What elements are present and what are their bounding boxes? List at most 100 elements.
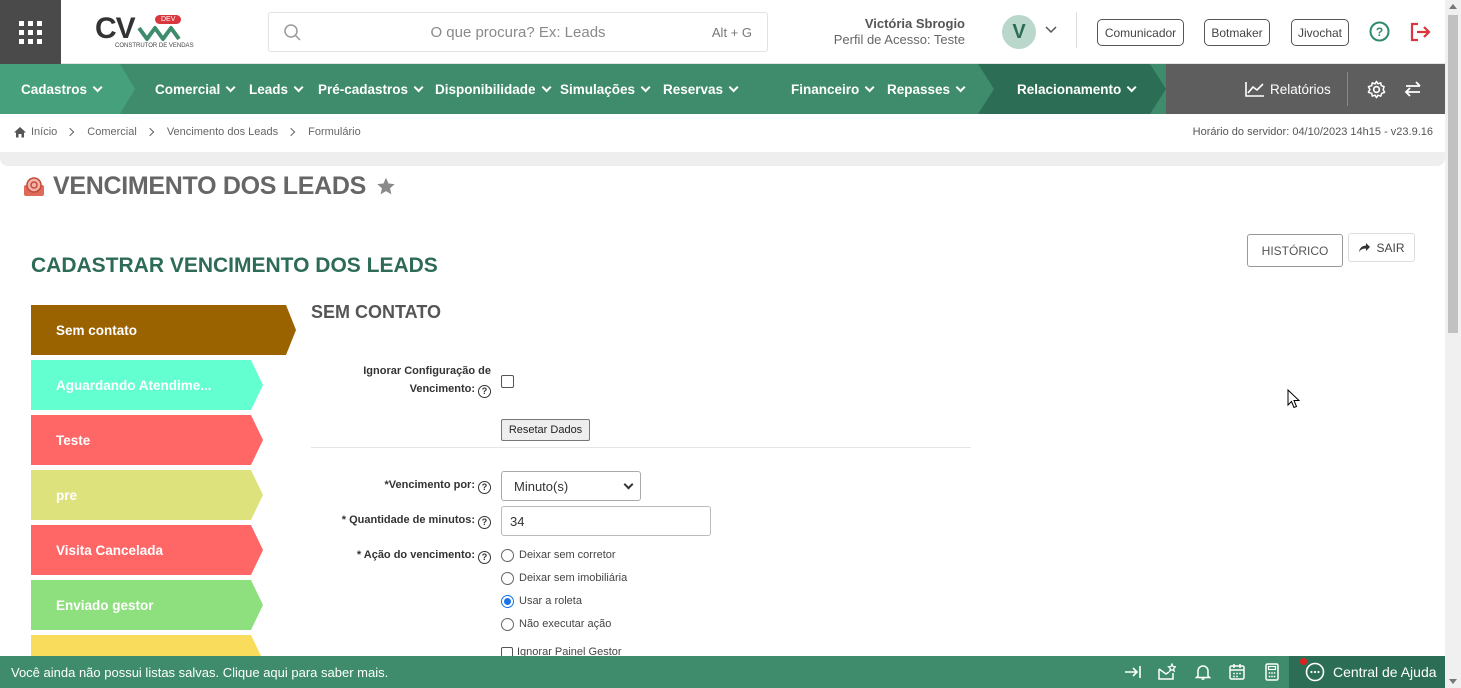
main-nav: Cadastros Comercial Leads Pré-cadastros … — [0, 64, 1445, 114]
scroll-down-arrow-icon[interactable] — [1449, 679, 1457, 684]
scrollbar-thumb[interactable] — [1448, 15, 1458, 333]
help-icon[interactable]: ? — [1369, 21, 1390, 42]
nav-item-reports[interactable]: Relatórios — [1245, 64, 1331, 114]
home-icon[interactable] — [13, 126, 27, 138]
radio-label[interactable]: Deixar sem corretor — [519, 549, 616, 561]
help-question-icon[interactable]: ? — [478, 551, 491, 564]
help-question-icon[interactable]: ? — [478, 516, 491, 529]
status-tab-visita-cancelada[interactable]: Visita Cancelada — [31, 525, 263, 575]
nav-item-relacionamento[interactable]: Relacionamento — [1017, 64, 1137, 114]
user-profile: Perfil de Acesso: Teste — [833, 32, 965, 47]
radio-nao-executar[interactable] — [501, 618, 514, 631]
history-button[interactable]: HISTÓRICO — [1247, 234, 1343, 267]
status-tab-pre[interactable]: pre — [31, 470, 263, 520]
section-title: CADASTRAR VENCIMENTO DOS LEADS — [31, 254, 438, 277]
action-label-text: * Ação do vencimento: — [356, 549, 475, 561]
saved-lists-message[interactable]: Você ainda não possui listas salvas. Cli… — [11, 665, 388, 680]
help-question-icon[interactable]: ? — [478, 385, 491, 398]
apps-menu-button[interactable] — [0, 0, 61, 64]
status-label: Sem contato — [56, 322, 138, 338]
scroll-up-arrow-icon[interactable] — [1449, 4, 1457, 9]
nav-item-disponibilidade[interactable]: Disponibilidade — [435, 64, 552, 114]
status-label: Aguardando Atendime... — [56, 377, 212, 393]
nav-item-financeiro[interactable]: Financeiro — [791, 64, 875, 114]
status-label: Enviado gestor — [56, 597, 154, 613]
exit-button[interactable]: SAIR — [1348, 233, 1415, 262]
logo-wave-icon — [137, 26, 181, 41]
chevron-down-icon — [293, 81, 304, 92]
botmaker-button[interactable]: Botmaker — [1204, 19, 1270, 46]
chevron-down-icon — [640, 81, 651, 92]
timer-icon — [24, 177, 44, 196]
ignore-config-checkbox[interactable] — [501, 375, 514, 388]
logout-icon[interactable] — [1408, 20, 1432, 44]
footer-bar: Você ainda não possui listas salvas. Cli… — [0, 656, 1445, 688]
nav-label: Cadastros — [21, 81, 88, 97]
calendar-icon[interactable] — [1228, 663, 1246, 681]
user-info[interactable]: Victória Sbrogio Perfil de Acesso: Teste — [820, 16, 965, 47]
gear-icon[interactable] — [1367, 80, 1386, 99]
radio-deixar-sem-imobiliaria[interactable] — [501, 572, 514, 585]
radio-deixar-sem-corretor[interactable] — [501, 549, 514, 562]
due-by-value: Minuto(s) — [514, 479, 569, 494]
nav-item-simulacoes[interactable]: Simulações — [560, 64, 651, 114]
arrow-to-right-icon[interactable] — [1124, 663, 1142, 681]
chevron-right-icon — [66, 127, 75, 137]
bell-icon[interactable] — [1194, 663, 1212, 681]
logo[interactable]: CV DEV CONSTRUTOR DE VENDAS — [95, 12, 194, 54]
chart-line-icon — [1245, 82, 1264, 97]
logo-text: CV — [95, 12, 136, 45]
ignore-config-label-line1: Ignorar Configuração de — [363, 365, 491, 377]
nav-item-pre-cadastros[interactable]: Pré-cadastros — [318, 64, 424, 114]
nav-label: Pré-cadastros — [318, 81, 409, 97]
status-tab-enviado-gestor[interactable]: Enviado gestor — [31, 580, 263, 630]
nav-label: Repasses — [887, 81, 951, 97]
breadcrumb-comercial[interactable]: Comercial — [87, 126, 137, 138]
radio-label[interactable]: Usar a roleta — [519, 595, 582, 607]
nav-label: Comercial — [155, 81, 221, 97]
status-label: Teste — [56, 432, 91, 448]
avatar[interactable]: V — [1002, 15, 1036, 49]
nav-item-reservas[interactable]: Reservas — [663, 64, 739, 114]
breadcrumb-home[interactable]: Início — [31, 126, 57, 138]
status-tab-sem-contato[interactable]: Sem contato — [31, 305, 296, 355]
nav-label: Leads — [249, 81, 289, 97]
reset-data-button[interactable]: Resetar Dados — [501, 419, 590, 441]
swap-icon[interactable] — [1404, 80, 1422, 98]
status-label: pre — [56, 487, 78, 503]
action-label: * Ação do vencimento:? — [311, 546, 491, 564]
radio-label[interactable]: Não executar ação — [519, 618, 611, 630]
star-icon[interactable] — [375, 176, 397, 197]
calculator-icon[interactable] — [1263, 663, 1281, 681]
status-tab-teste[interactable]: Teste — [31, 415, 263, 465]
nav-label: Relacionamento — [1017, 81, 1122, 97]
nav-item-repasses[interactable]: Repasses — [887, 64, 966, 114]
help-question-icon[interactable]: ? — [478, 481, 491, 494]
form-divider — [311, 447, 971, 448]
due-by-select[interactable]: Minuto(s) — [501, 471, 641, 501]
due-by-label-text: *Vencimento por: — [384, 479, 475, 491]
search-input[interactable]: O que procura? Ex: Leads Alt + G — [268, 12, 768, 52]
jivochat-button[interactable]: Jivochat — [1291, 19, 1349, 46]
chevron-down-icon — [623, 479, 634, 490]
chevron-down-icon — [541, 81, 552, 92]
help-center-button[interactable]: Central de Ajuda — [1289, 656, 1445, 688]
radio-label[interactable]: Deixar sem imobiliária — [519, 572, 627, 584]
vertical-scrollbar[interactable] — [1445, 0, 1461, 688]
mail-star-icon[interactable] — [1158, 663, 1176, 681]
server-time: Horário do servidor: 04/10/2023 14h15 - … — [1192, 126, 1433, 138]
mouse-cursor-icon — [1287, 389, 1301, 409]
nav-item-comercial[interactable]: Comercial — [155, 64, 236, 114]
comunicador-button[interactable]: Comunicador — [1097, 19, 1184, 46]
logo-subtitle: CONSTRUTOR DE VENDAS — [115, 43, 194, 49]
status-label: Visita Cancelada — [56, 542, 164, 558]
chevron-down-icon[interactable] — [1045, 26, 1057, 34]
minutes-input[interactable]: 34 — [501, 506, 711, 536]
nav-label: Financeiro — [791, 81, 860, 97]
top-header: CV DEV CONSTRUTOR DE VENDAS O que procur… — [0, 0, 1445, 64]
nav-item-cadastros[interactable]: Cadastros — [21, 64, 103, 114]
status-tab-aguardando[interactable]: Aguardando Atendime... — [31, 360, 263, 410]
nav-item-leads[interactable]: Leads — [249, 64, 304, 114]
breadcrumb-vencimento[interactable]: Vencimento dos Leads — [167, 126, 278, 138]
radio-usar-roleta[interactable] — [501, 595, 514, 608]
